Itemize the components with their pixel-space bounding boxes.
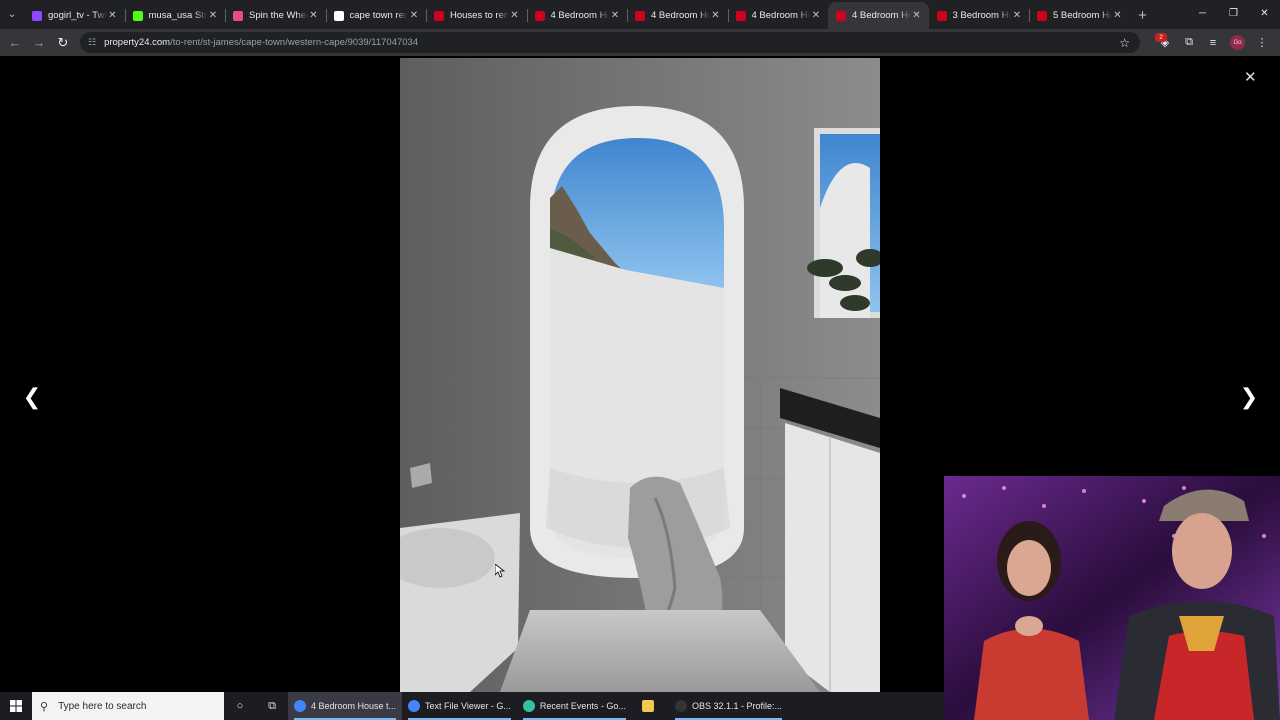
tab-title: 4 Bedroom House xyxy=(550,10,610,21)
obs-icon xyxy=(674,700,687,712)
browser-tab[interactable]: musa_usa Stream✕ xyxy=(124,2,226,29)
google-favicon-icon xyxy=(333,10,344,21)
taskbar-app-chrome[interactable]: 4 Bedroom House t... xyxy=(288,692,403,720)
browser-tab[interactable]: 4 Bedroom House✕ xyxy=(526,2,628,29)
prev-photo-chevron-left-icon[interactable]: ❮ xyxy=(20,384,44,410)
tab-close-icon[interactable]: ✕ xyxy=(509,10,521,21)
menu-kebab-icon[interactable]: ⋮ xyxy=(1250,36,1274,49)
media-controls-icon[interactable]: ≡ xyxy=(1201,37,1225,49)
webcam-overlay xyxy=(944,476,1280,720)
p24-favicon-icon xyxy=(836,10,846,21)
p24-favicon-icon xyxy=(635,10,645,21)
streamlabs-icon xyxy=(522,700,535,712)
restore-icon[interactable]: ❐ xyxy=(1218,0,1249,27)
taskbar-app-list: 4 Bedroom House t... Text File Viewer - G… xyxy=(288,692,788,720)
tab-title: 4 Bedroom House xyxy=(751,10,811,21)
url-host: property24.com xyxy=(104,37,171,48)
tab-close-icon[interactable]: ✕ xyxy=(911,10,923,21)
browser-tab[interactable]: 4 Bedroom House✕ xyxy=(727,2,829,29)
taskbar-app-obs[interactable]: OBS 32.1.1 - Profile:... xyxy=(669,692,788,720)
cortana-circle-icon[interactable]: ○ xyxy=(224,692,256,720)
tab-title: Houses to rent xyxy=(450,10,509,21)
site-info-icon[interactable]: ☷ xyxy=(88,37,96,48)
browser-tab[interactable]: gogirl_tv - Twitch✕ xyxy=(24,2,125,29)
mouse-cursor-icon xyxy=(495,564,505,578)
taskbar-app-label: Text File Viewer - G... xyxy=(425,701,511,711)
taskbar-app-label: OBS 32.1.1 - Profile:... xyxy=(691,701,782,711)
tab-close-icon[interactable]: ✕ xyxy=(107,10,119,21)
tab-title: 5 Bedroom House xyxy=(1053,10,1112,21)
browser-tab[interactable]: Spin the Wheel ✕ xyxy=(225,2,326,29)
p24-favicon-icon xyxy=(936,10,947,21)
screen: ⌄ gogirl_tv - Twitch✕musa_usa Stream✕Spi… xyxy=(0,0,1280,720)
browser-tab[interactable]: Houses to rent ✕ xyxy=(426,2,527,29)
task-view-icon[interactable]: ⧉ xyxy=(256,692,288,720)
file-explorer-icon xyxy=(641,700,654,712)
kick-favicon-icon xyxy=(132,10,143,21)
tab-close-icon[interactable]: ✕ xyxy=(1011,10,1023,21)
minimize-icon[interactable]: ─ xyxy=(1187,0,1218,27)
profile-avatar[interactable]: Go xyxy=(1230,35,1245,50)
tab-list: gogirl_tv - Twitch✕musa_usa Stream✕Spin … xyxy=(24,2,1130,29)
tab-close-icon[interactable]: ✕ xyxy=(609,10,621,21)
tab-close-icon[interactable]: ✕ xyxy=(207,10,219,21)
chrome-icon xyxy=(294,700,306,712)
windows-taskbar: ⚲ Type here to search ○ ⧉ 4 Bedroom Hous… xyxy=(0,692,944,720)
p24-favicon-icon xyxy=(534,10,545,21)
extension-badge: 2 xyxy=(1155,33,1167,42)
next-photo-chevron-right-icon[interactable]: ❯ xyxy=(1237,384,1261,410)
bookmark-star-icon[interactable]: ☆ xyxy=(1119,36,1130,50)
tab-close-icon[interactable]: ✕ xyxy=(710,10,722,21)
reload-icon[interactable]: ↻ xyxy=(51,31,75,55)
chrome-icon xyxy=(408,700,421,712)
tab-close-icon[interactable]: ✕ xyxy=(408,10,420,21)
search-icon: ⚲ xyxy=(40,700,49,713)
extensions-puzzle-icon[interactable]: ⧉ xyxy=(1177,36,1201,49)
tab-title: Spin the Wheel xyxy=(249,10,308,21)
url-text: property24.com/to-rent/st-james/cape-tow… xyxy=(104,37,418,48)
tab-close-icon[interactable]: ✕ xyxy=(1112,10,1124,21)
browser-tab[interactable]: 4 Bedroom House✕ xyxy=(828,2,929,29)
forward-arrow-icon[interactable]: → xyxy=(27,31,51,55)
search-placeholder: Type here to search xyxy=(58,700,147,712)
listing-photo xyxy=(400,58,880,692)
browser-tab[interactable]: 5 Bedroom House✕ xyxy=(1029,2,1130,29)
browser-tab[interactable]: cape town rent ✕ xyxy=(325,2,427,29)
window-close-icon[interactable]: ✕ xyxy=(1249,0,1280,27)
back-arrow-icon[interactable]: ← xyxy=(3,31,27,55)
tab-search-chevron-icon[interactable]: ⌄ xyxy=(0,0,24,29)
toolbar-actions: ◈ 2 ⧉ ≡ Go ⋮ xyxy=(1153,29,1274,56)
tab-close-icon[interactable]: ✕ xyxy=(810,10,822,21)
wheel-favicon-icon xyxy=(233,10,243,21)
taskbar-search-box[interactable]: ⚲ Type here to search xyxy=(32,692,224,720)
browser-tab[interactable]: 4 Bedroom House✕ xyxy=(627,2,728,29)
url-path: /to-rent/st-james/cape-town/western-cape… xyxy=(170,37,419,48)
taskbar-app-streamlabs[interactable]: Recent Events - Go... xyxy=(517,692,632,720)
tab-title: gogirl_tv - Twitch xyxy=(48,10,107,21)
tab-title: 4 Bedroom House xyxy=(852,10,911,21)
address-bar[interactable]: ☷ property24.com/to-rent/st-james/cape-t… xyxy=(80,32,1140,53)
taskbar-app-chrome[interactable]: Text File Viewer - G... xyxy=(402,692,517,720)
browser-toolbar: ← → ↻ ☷ property24.com/to-rent/st-james/… xyxy=(0,29,1280,56)
tab-title: 3 Bedroom House xyxy=(952,10,1012,21)
tab-title: 4 Bedroom House xyxy=(651,10,710,21)
browser-tab[interactable]: 3 Bedroom House✕ xyxy=(929,2,1030,29)
p24-favicon-icon xyxy=(434,10,444,21)
tab-title: cape town rent xyxy=(349,10,409,21)
windows-start-icon[interactable] xyxy=(0,692,32,720)
close-viewer-close-icon[interactable]: ✕ xyxy=(1244,68,1257,86)
p24-favicon-icon xyxy=(735,10,746,21)
twitch-favicon-icon xyxy=(32,10,42,21)
browser-tab-strip: ⌄ gogirl_tv - Twitch✕musa_usa Stream✕Spi… xyxy=(0,0,1280,29)
new-tab-plus-icon[interactable]: + xyxy=(1130,2,1156,29)
taskbar-app-label: Recent Events - Go... xyxy=(539,701,626,711)
extension-icon[interactable]: ◈ 2 xyxy=(1153,33,1177,49)
tab-close-icon[interactable]: ✕ xyxy=(308,10,320,21)
p24-favicon-icon xyxy=(1037,10,1047,21)
taskbar-app-file-explorer[interactable] xyxy=(632,692,669,720)
tab-title: musa_usa Stream xyxy=(148,10,208,21)
window-controls: ─ ❐ ✕ xyxy=(1187,0,1280,27)
taskbar-app-label: 4 Bedroom House t... xyxy=(311,701,397,711)
